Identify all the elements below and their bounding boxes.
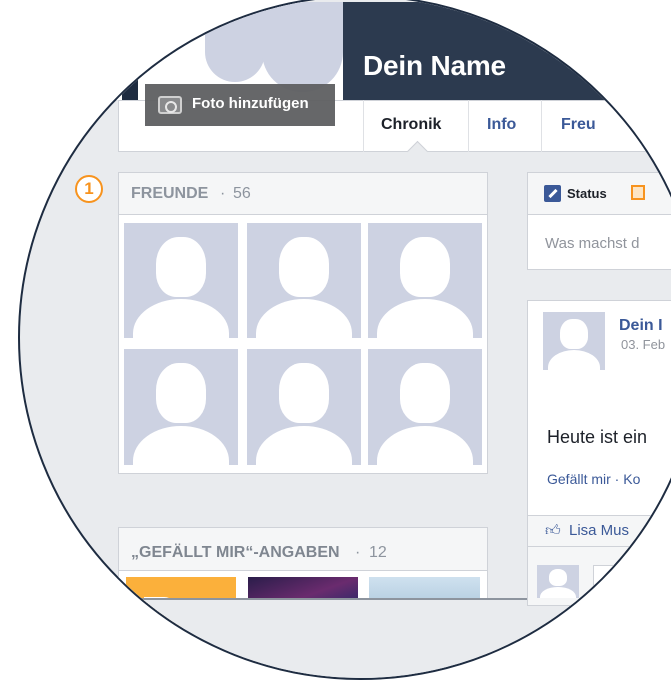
nav-divider [363, 100, 364, 152]
friends-count: 56 [233, 185, 251, 202]
cover-silhouette [205, 2, 265, 82]
nav-divider [541, 100, 542, 152]
comment-input[interactable] [593, 565, 671, 598]
friends-count-sep: · [220, 185, 226, 202]
camera-icon [158, 96, 182, 114]
tab-chronik[interactable]: Chronik [381, 116, 441, 134]
profile-name[interactable]: Dein Name [363, 50, 506, 82]
tab-info[interactable]: Info [487, 116, 516, 134]
post-actions[interactable]: Gefällt mir · Ko [547, 471, 640, 487]
composer-header: Status [527, 172, 671, 215]
post-date[interactable]: 03. Feb [621, 337, 665, 352]
magnified-view: Dein Name Chronik Info Freu Foto hinzufü… [18, 0, 671, 680]
post-text: Heute ist ein [547, 427, 648, 447]
add-photo-label[interactable]: Foto hinzufügen [192, 95, 309, 112]
friends-title[interactable]: FREUNDE [131, 185, 208, 203]
likes-header[interactable]: „GEFÄLLT MIR“-ANGABEN · 12 [118, 527, 488, 571]
profile-frame-edge [122, 2, 138, 100]
nav-divider [468, 100, 469, 152]
friend-avatar[interactable] [368, 223, 482, 338]
tab-friends[interactable]: Freu [561, 116, 596, 134]
post-likes-bar: 👍︎ Lisa Mus [527, 515, 671, 547]
status-input[interactable]: Was machst d [527, 214, 671, 270]
profile-page: Dein Name Chronik Info Freu Foto hinzufü… [20, 2, 671, 678]
likes-count-sep: · [355, 544, 361, 561]
commenter-avatar [537, 565, 579, 598]
thumbs-up-icon: 👍︎ [545, 522, 561, 539]
page-footer-area [20, 600, 671, 678]
step-marker: 1 [75, 175, 103, 203]
status-placeholder: Was machst d [545, 235, 640, 252]
likes-title[interactable]: „GEFÄLLT MIR“-ANGABEN [131, 544, 340, 562]
post-author[interactable]: Dein I [619, 317, 663, 335]
friend-avatar[interactable] [368, 349, 482, 465]
liked-by[interactable]: Lisa Mus [569, 522, 629, 539]
status-tab[interactable]: Status [567, 186, 607, 201]
friends-header[interactable]: FREUNDE · 56 [118, 172, 488, 215]
friend-avatar[interactable] [124, 349, 238, 465]
post-author-avatar[interactable] [543, 312, 605, 370]
friend-avatar[interactable] [247, 349, 361, 465]
cover-silhouette [262, 2, 343, 92]
friend-avatar[interactable] [124, 223, 238, 338]
friend-avatar[interactable] [247, 223, 361, 338]
status-pencil-icon [544, 185, 561, 202]
likes-count: 12 [369, 544, 387, 561]
photo-tab-icon[interactable] [631, 185, 645, 200]
